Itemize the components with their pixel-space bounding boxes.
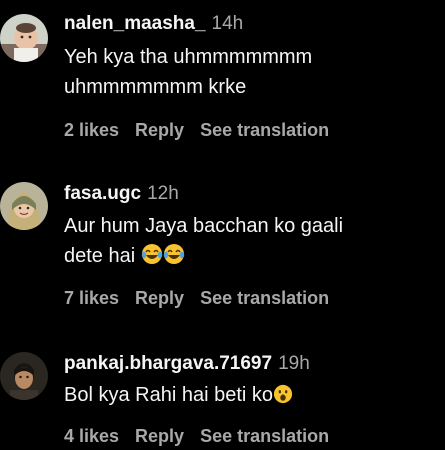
comment-text-line-wrap: dete hai bbox=[64, 241, 434, 271]
comment-actions: 4 likes Reply See translation bbox=[64, 424, 345, 448]
comment-header: fasa.ugc 12h bbox=[64, 182, 179, 207]
reply-button[interactable]: Reply bbox=[135, 120, 184, 140]
likes-count[interactable]: 7 likes bbox=[64, 288, 119, 308]
face-with-tears-of-joy-emoji bbox=[163, 243, 185, 265]
avatar-image bbox=[0, 182, 48, 230]
face-with-open-mouth-emoji bbox=[273, 384, 293, 404]
timestamp: 14h bbox=[211, 13, 244, 34]
comment-text: Yeh kya tha uhmmmmmmm uhmmmmmmm krke bbox=[64, 42, 434, 102]
comment-header: nalen_maasha_ 14h bbox=[64, 12, 243, 37]
reply-button[interactable]: Reply bbox=[135, 426, 184, 446]
avatar[interactable] bbox=[0, 14, 48, 62]
username[interactable]: nalen_maasha_ bbox=[64, 13, 206, 34]
likes-count[interactable]: 2 likes bbox=[64, 120, 119, 140]
username[interactable]: fasa.ugc bbox=[64, 183, 141, 204]
comment-actions: 2 likes Reply See translation bbox=[64, 118, 345, 142]
comment-text-line: Yeh kya tha uhmmmmmmm bbox=[64, 46, 313, 68]
see-translation-button[interactable]: See translation bbox=[200, 288, 329, 308]
comment-text-line: Aur hum Jaya bacchan ko gaali bbox=[64, 215, 344, 237]
username[interactable]: pankaj.bhargava.71697 bbox=[64, 353, 272, 374]
comment-header: pankaj.bhargava.71697 19h bbox=[64, 352, 310, 377]
see-translation-button[interactable]: See translation bbox=[200, 426, 329, 446]
timestamp: 19h bbox=[278, 353, 310, 374]
reply-button[interactable]: Reply bbox=[135, 288, 184, 308]
comment-text: Bol kya Rahi hai beti ko bbox=[64, 380, 434, 410]
avatar-image bbox=[0, 14, 48, 62]
comment-text: Aur hum Jaya bacchan ko gaali dete hai bbox=[64, 211, 434, 271]
avatar[interactable] bbox=[0, 182, 48, 230]
comment-text-line: Bol kya Rahi hai beti ko bbox=[64, 384, 274, 406]
comment-text-line: uhmmmmmmm krke bbox=[64, 76, 247, 98]
comment-actions: 7 likes Reply See translation bbox=[64, 286, 345, 310]
comment-text-line: dete hai bbox=[64, 245, 136, 267]
avatar[interactable] bbox=[0, 352, 48, 400]
avatar-image bbox=[0, 352, 48, 400]
timestamp: 12h bbox=[147, 183, 179, 204]
face-with-tears-of-joy-emoji bbox=[141, 243, 163, 265]
see-translation-button[interactable]: See translation bbox=[200, 120, 329, 140]
likes-count[interactable]: 4 likes bbox=[64, 426, 119, 446]
